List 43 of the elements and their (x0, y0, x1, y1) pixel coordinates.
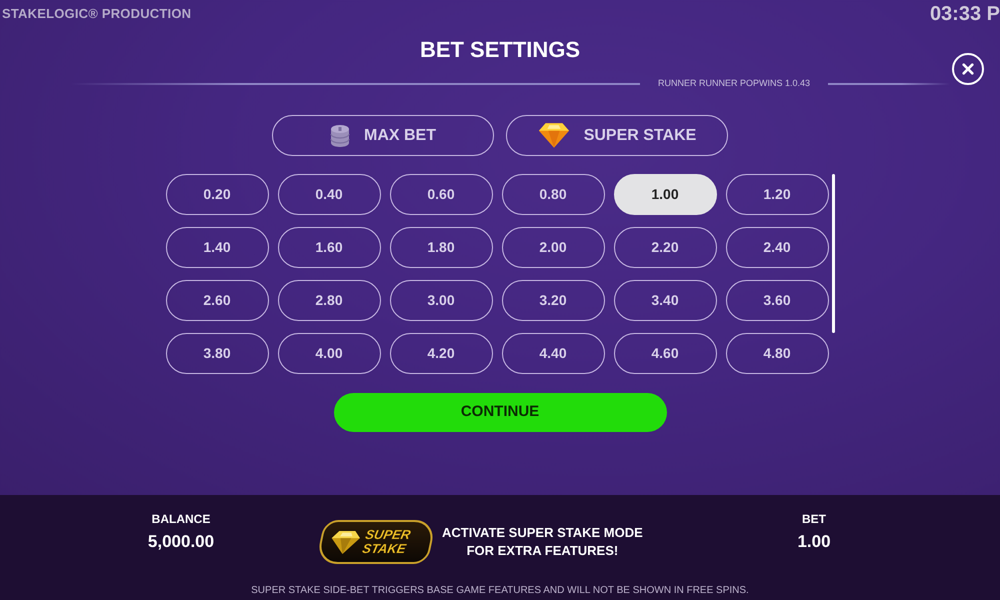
close-button[interactable] (952, 53, 984, 85)
bet-option[interactable]: 4.20 (390, 333, 492, 374)
bet-option[interactable]: 2.20 (614, 227, 716, 268)
bet-option[interactable]: 1.60 (278, 227, 380, 268)
logo-text: SUPER STAKE (361, 528, 412, 556)
promo-text: ACTIVATE SUPER STAKE MODE FOR EXTRA FEATURES! (442, 524, 643, 560)
bet-option[interactable]: 4.60 (614, 333, 716, 374)
bet-option[interactable]: 4.40 (502, 333, 604, 374)
bet-option[interactable]: 4.00 (278, 333, 380, 374)
bet-option[interactable]: 0.80 (502, 174, 604, 215)
gem-icon (538, 122, 570, 149)
bet-option[interactable]: 2.80 (278, 280, 380, 321)
bet-option[interactable]: 3.00 (390, 280, 492, 321)
bet-option[interactable]: 0.60 (390, 174, 492, 215)
bet-option[interactable]: 0.40 (278, 174, 380, 215)
balance-value: 5,000.00 (146, 531, 216, 553)
option-button[interactable]: MAX BET (272, 115, 494, 156)
version-label: RUNNER RUNNER POPWINS 1.0.43 (658, 77, 810, 90)
bet-option[interactable]: 3.20 (502, 280, 604, 321)
balance-label: BALANCE (150, 511, 212, 527)
coin-stack-icon (330, 123, 350, 148)
bet-option[interactable]: 1.00 (614, 174, 716, 215)
bet-value: 1.00 (796, 531, 832, 553)
bet-option[interactable]: 2.40 (726, 227, 828, 268)
bet-option[interactable]: 1.40 (166, 227, 268, 268)
dialog-title: BET SETTINGS (418, 36, 582, 64)
bet-option[interactable]: 1.80 (390, 227, 492, 268)
bet-option[interactable]: 3.40 (614, 280, 716, 321)
continue-button[interactable]: CONTINUE (334, 393, 666, 432)
bet-option[interactable]: 3.60 (726, 280, 828, 321)
scrollbar[interactable] (832, 174, 834, 333)
disclaimer-text: SUPER STAKE SIDE-BET TRIGGERS BASE GAME FEATURES AND WILL NOT BE SHOWN IN FREE SPINS. (250, 584, 750, 598)
bet-option[interactable]: 3.80 (166, 333, 268, 374)
bet-label: BET (801, 511, 827, 527)
bet-option[interactable]: 0.20 (166, 174, 268, 215)
bet-option[interactable]: 2.00 (502, 227, 604, 268)
clock-time: 03:33 P (930, 2, 1000, 27)
bet-option[interactable]: 1.20 (726, 174, 828, 215)
production-credit: STAKELOGIC® PRODUCTION (1, 5, 192, 23)
bet-option[interactable]: 2.60 (166, 280, 268, 321)
close-icon (962, 63, 974, 75)
option-button[interactable]: SUPER STAKE (506, 115, 728, 156)
bet-option[interactable]: 4.80 (726, 333, 828, 374)
